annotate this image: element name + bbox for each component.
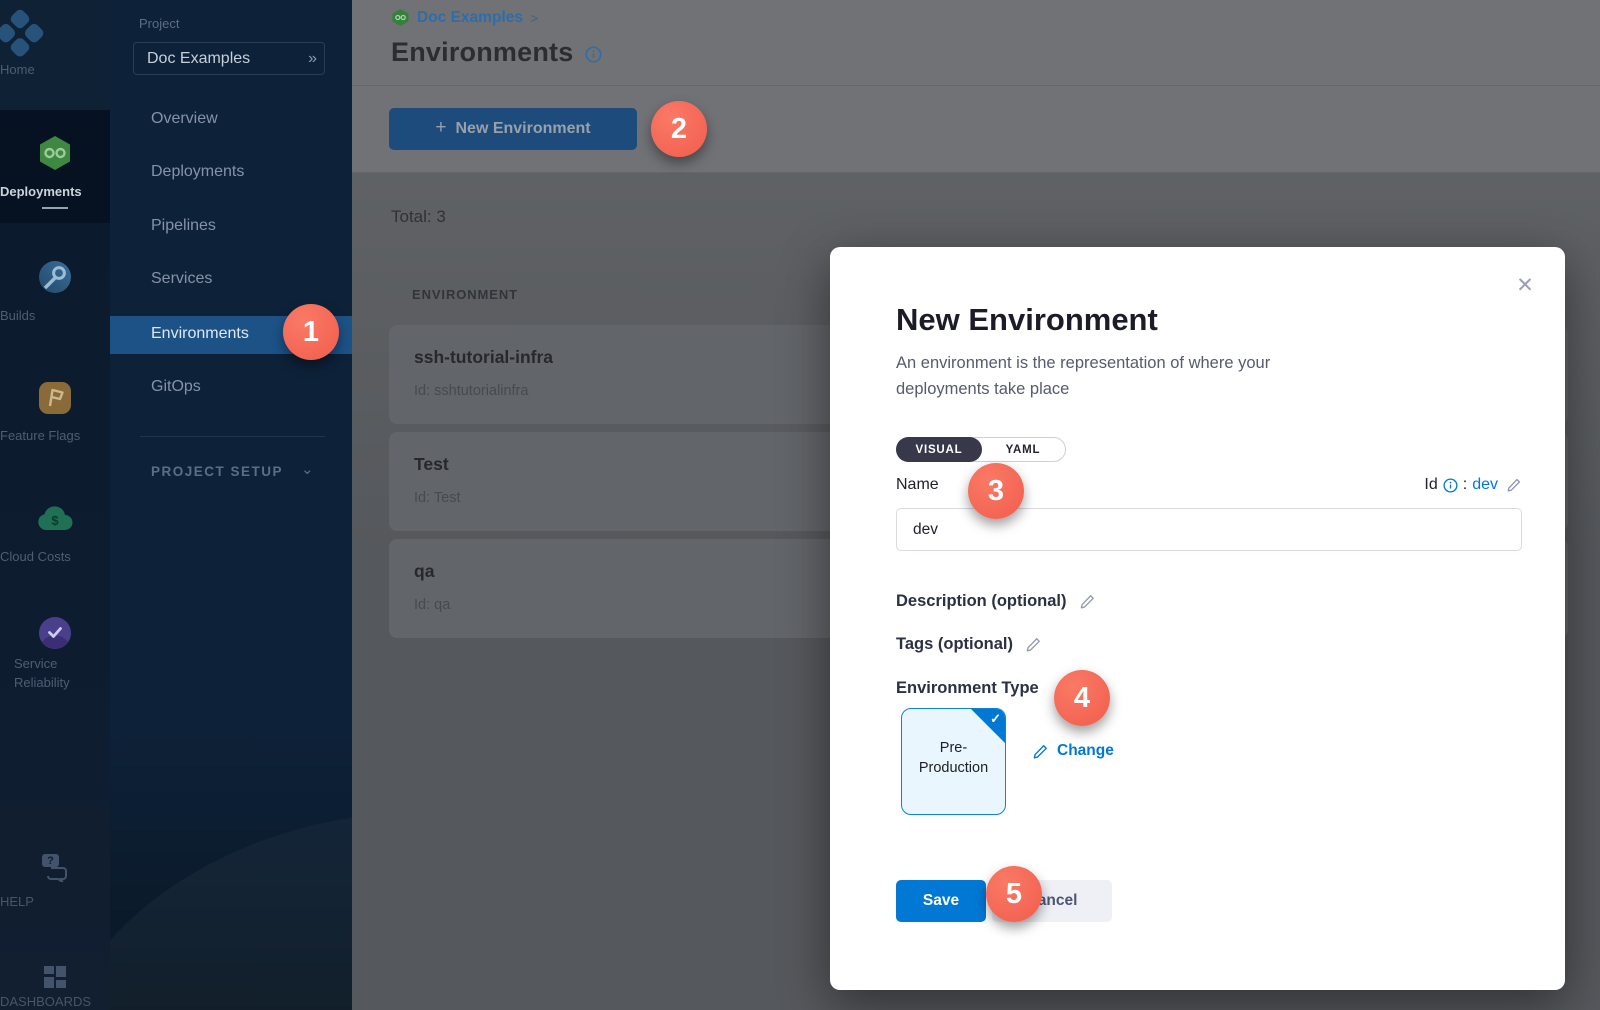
svg-text:?: ?: [47, 855, 54, 867]
annotation-badge-2: 2: [651, 101, 707, 157]
new-environment-button[interactable]: + New Environment: [389, 108, 637, 150]
id-prefix: Id: [1424, 476, 1437, 494]
project-nav: Project Doc Examples » Overview Deployme…: [110, 0, 352, 1010]
help-icon: ?: [39, 852, 71, 882]
breadcrumb-link[interactable]: Doc Examples: [417, 9, 523, 27]
environment-id: Id: sshtutorialinfra: [414, 383, 528, 399]
annotation-badge-1: 1: [283, 304, 339, 360]
sidebar-item-project-deployments[interactable]: Deployments: [151, 163, 244, 181]
sidebar-item-cloud-costs[interactable]: $: [0, 503, 110, 540]
divider: [352, 172, 1600, 173]
tab-yaml[interactable]: YAML: [980, 437, 1066, 462]
sidebar-item-services[interactable]: Services: [151, 270, 212, 288]
tags-row[interactable]: Tags (optional): [896, 635, 1042, 654]
divider: [140, 436, 325, 437]
sidebar-item-home-label: Home: [0, 62, 110, 77]
project-setup-toggle[interactable]: PROJECT SETUP: [151, 464, 283, 479]
project-hexagon-icon: [391, 8, 410, 27]
annotation-badge-5: 5: [986, 866, 1042, 922]
environment-name: qa: [414, 561, 434, 582]
save-button[interactable]: Save: [896, 880, 986, 922]
visual-yaml-toggle: VISUAL YAML: [896, 437, 1066, 462]
id-separator: :: [1463, 476, 1467, 494]
tags-label: Tags (optional): [896, 635, 1013, 654]
edit-pencil-icon[interactable]: [1079, 593, 1096, 610]
name-label: Name: [896, 476, 939, 494]
check-icon: ✓: [990, 711, 1001, 727]
sidebar-item-overview[interactable]: Overview: [151, 110, 218, 128]
environment-type-value: Pre-Production: [902, 738, 1005, 778]
sidebar-item-builds-label: Builds: [0, 308, 110, 323]
project-section-label: Project: [139, 16, 179, 31]
deployments-icon: [36, 134, 74, 172]
sidebar-item-service-reliability-label: Service Reliability: [0, 654, 110, 692]
feature-flags-icon: [37, 380, 73, 416]
plus-icon: +: [435, 117, 446, 139]
tab-visual[interactable]: VISUAL: [896, 437, 982, 462]
sidebar-item-help[interactable]: ?: [0, 852, 110, 887]
environment-type-row: Environment Type: [896, 679, 1039, 698]
edit-pencil-icon[interactable]: [1506, 477, 1522, 493]
close-icon[interactable]: ✕: [1515, 277, 1535, 297]
modal-subtitle: An environment is the representation of …: [896, 350, 1296, 402]
info-icon[interactable]: [1443, 478, 1458, 493]
module-nav: Home Deployments Builds: [0, 0, 110, 1010]
project-selector[interactable]: Doc Examples »: [133, 42, 325, 75]
sidebar-item-feature-flags[interactable]: [0, 380, 110, 421]
environment-id: Id: Test: [414, 490, 460, 506]
divider: [352, 85, 1600, 86]
builds-icon: [38, 260, 72, 294]
annotation-badge-4: 4: [1054, 670, 1110, 726]
screen: Home Deployments Builds: [0, 0, 1600, 1010]
dashboards-icon: [42, 964, 68, 990]
edit-pencil-icon: [1032, 743, 1049, 760]
sidebar-item-gitops[interactable]: GitOps: [151, 378, 201, 396]
sidebar-item-service-reliability[interactable]: [0, 616, 110, 655]
svg-text:$: $: [51, 513, 59, 528]
modal-title: New Environment: [896, 302, 1158, 338]
id-row: Id : dev: [1424, 476, 1522, 494]
cloud-costs-icon: $: [36, 503, 74, 535]
expand-chevron-icon[interactable]: »: [308, 50, 315, 68]
annotation-badge-3: 3: [968, 463, 1024, 519]
environment-name: ssh-tutorial-infra: [414, 347, 553, 368]
description-label: Description (optional): [896, 592, 1067, 611]
sidebar-item-dashboards[interactable]: [0, 964, 110, 995]
sidebar-item-deployments-label: Deployments: [0, 184, 110, 199]
environment-type-card-pre-production[interactable]: Pre-Production ✓: [901, 708, 1006, 815]
sidebar-item-environments-label: Environments: [151, 325, 249, 343]
page-title: Environments: [391, 37, 573, 68]
environment-type-label: Environment Type: [896, 679, 1039, 698]
info-icon[interactable]: [585, 46, 602, 63]
sidebar-item-deployments[interactable]: [0, 134, 110, 177]
chevron-down-icon[interactable]: ⌄: [301, 460, 314, 478]
sidebar-item-cloud-costs-label: Cloud Costs: [0, 549, 110, 564]
sidebar-item-help-label: HELP: [0, 894, 110, 909]
new-environment-modal: ✕ New Environment An environment is the …: [830, 247, 1565, 990]
sidebar-item-builds[interactable]: [0, 260, 110, 299]
sidebar-item-dashboards-label: DASHBOARDS: [0, 994, 110, 1009]
service-reliability-icon: [38, 616, 72, 650]
sidebar-item-pipelines[interactable]: Pipelines: [151, 217, 216, 235]
description-row[interactable]: Description (optional): [896, 592, 1096, 611]
sidebar-item-home[interactable]: [0, 12, 110, 56]
project-name: Doc Examples: [147, 50, 308, 68]
breadcrumb: Doc Examples >: [391, 8, 538, 27]
total-count: Total: 3: [391, 207, 446, 227]
environment-id: Id: qa: [414, 597, 450, 613]
environment-name: Test: [414, 454, 449, 475]
edit-pencil-icon[interactable]: [1025, 636, 1042, 653]
home-icon: [0, 8, 48, 65]
deployments-active-underline: [42, 207, 68, 209]
id-value-link[interactable]: dev: [1472, 476, 1498, 494]
chevron-right-icon: >: [530, 10, 538, 26]
new-environment-button-label: New Environment: [455, 120, 590, 138]
change-link[interactable]: Change: [1032, 742, 1114, 760]
column-header-environment: ENVIRONMENT: [412, 287, 518, 302]
change-link-label: Change: [1057, 742, 1114, 760]
sidebar-item-feature-flags-label: Feature Flags: [0, 428, 110, 443]
